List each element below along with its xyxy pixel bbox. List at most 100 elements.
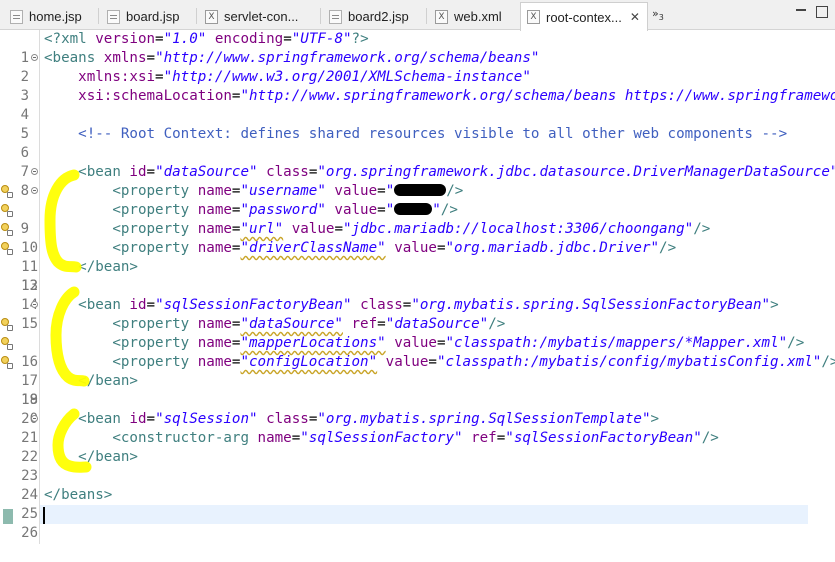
xml-token: </bean> [44,449,138,465]
xml-token: = [146,297,156,313]
maximize-icon[interactable] [816,6,828,18]
xml-editor[interactable]: 1 <?xml version="1.0" encoding="UTF-8"?>… [0,30,835,544]
xml-token: <constructor-arg [44,430,258,446]
xml-token: <beans [44,50,104,66]
xml-token: id [129,411,147,427]
code-line: 11 <property name="url" value="jdbc.mari… [0,220,835,275]
xml-token: "sqlSession" [155,411,258,427]
tab-root-context[interactable]: X root-contex... ✕ [520,2,648,31]
xml-token: /> [440,202,458,218]
xml-token: <property [44,183,198,199]
redaction-mark [394,203,433,215]
tab-label: servlet-con... [224,9,299,24]
tab-board2-jsp[interactable]: board2.jsp [323,3,423,30]
xml-token: "sqlSessionFactoryBean" [505,430,702,446]
redaction-mark [394,184,447,196]
warning-icon[interactable] [1,185,13,198]
xml-token: = [377,183,386,199]
xml-token: class [351,297,403,313]
code-line: 14 [0,277,835,313]
tab-label: board2.jsp [348,9,409,24]
code-line: 24 [0,467,835,503]
code-line: 1 <?xml version="1.0" encoding="UTF-8"?> [0,30,835,66]
warning-icon[interactable] [1,223,13,236]
xml-token: "sqlSessionFactory" [300,430,463,446]
jsp-file-icon [329,9,342,24]
code-line: 25 </beans> [0,486,835,522]
fold-icon[interactable] [31,301,38,308]
fold-icon[interactable] [31,168,38,175]
xml-token: </bean> [44,373,138,389]
code-line: 6 <!-- Root Context: defines shared reso… [0,125,835,161]
code-line: 10 <property name="password" value=" "/> [0,201,835,256]
xml-token: "http://www.springframework.org/schema/b… [155,50,540,66]
code-line: 5 [0,106,835,142]
xml-token: "mapperLocations" [240,335,386,351]
xml-token: /> [821,354,835,370]
xml-token: = [146,411,156,427]
overflow-count: 3 [658,13,664,23]
xml-token: "org.mariadb.jdbc.Driver" [445,240,660,256]
tab-overflow-button[interactable]: »3 [652,7,664,22]
line-number: 26 [21,525,38,541]
minimize-icon[interactable] [796,9,806,11]
xml-token: "classpath:/mybatis/mappers/*Mapper.xml" [445,335,788,351]
xml-token: "dataSource" [240,316,343,332]
xml-token: value [325,202,378,218]
xml-token: "org.mybatis.spring.SqlSessionTemplate" [317,411,651,427]
tab-board-jsp[interactable]: board.jsp [101,3,193,30]
xml-token: = [291,430,301,446]
xml-token: value [385,335,437,351]
xml-token: > [770,297,779,313]
xml-token: <property [44,316,198,332]
xml-token: id [129,297,147,313]
close-icon[interactable]: ✕ [630,10,640,24]
fold-icon[interactable] [31,54,38,61]
xml-token: name [197,221,232,237]
xml-token: "configLocation" [240,354,378,370]
code-line: 21 <bean id="sqlSession" class="org.myba… [0,410,835,446]
xml-token: name [257,430,292,446]
xml-token: name [197,202,232,218]
xml-token: <property [44,202,198,218]
fold-icon[interactable] [31,415,38,422]
xml-token: = [496,430,506,446]
xml-token: " [385,183,395,199]
tab-web-xml[interactable]: X web.xml [429,3,517,30]
xml-token: /> [693,221,711,237]
tab-separator [196,8,197,24]
xml-token: = [283,31,292,47]
xml-token: <property [44,221,198,237]
code-line: 17 <property name="mapperLocations" valu… [0,334,835,389]
tab-servlet-context[interactable]: X servlet-con... [199,3,317,30]
xml-token: value [325,183,378,199]
code-line: 2 <beans xmlns="http://www.springframewo… [0,49,835,85]
xml-token: "org.springframework.jdbc.datasource.Dri… [317,164,835,180]
xml-token: = [155,69,164,85]
xml-token: <?xml [44,31,96,47]
code-line: 23 </bean> [0,448,835,484]
tab-separator [98,8,99,24]
warning-icon[interactable] [1,318,13,331]
warning-icon[interactable] [1,356,13,369]
code-line: 12 <property name="driverClassName" valu… [0,239,835,294]
xml-token: = [377,202,386,218]
xml-token: ref [342,316,378,332]
tab-home-jsp[interactable]: home.jsp [4,3,96,30]
xml-token: "http://www.w3.org/2001/XMLSchema-instan… [163,69,531,85]
code-line: 13 </bean> [0,258,835,294]
xml-token: </bean> [44,259,138,275]
xml-token: name [197,335,232,351]
warning-icon[interactable] [1,242,13,255]
xml-token: name [197,183,232,199]
jsp-file-icon [10,9,23,24]
xml-token: "jdbc.mariadb://localhost:3306/choongang… [342,221,694,237]
jsp-file-icon [107,9,120,24]
xml-token: value [385,240,437,256]
warning-icon[interactable] [1,204,13,217]
xml-token: /> [488,316,506,332]
fold-icon[interactable] [31,187,38,194]
tab-label: home.jsp [29,9,82,24]
code-line: 26 [0,505,835,541]
warning-icon[interactable] [1,337,13,350]
